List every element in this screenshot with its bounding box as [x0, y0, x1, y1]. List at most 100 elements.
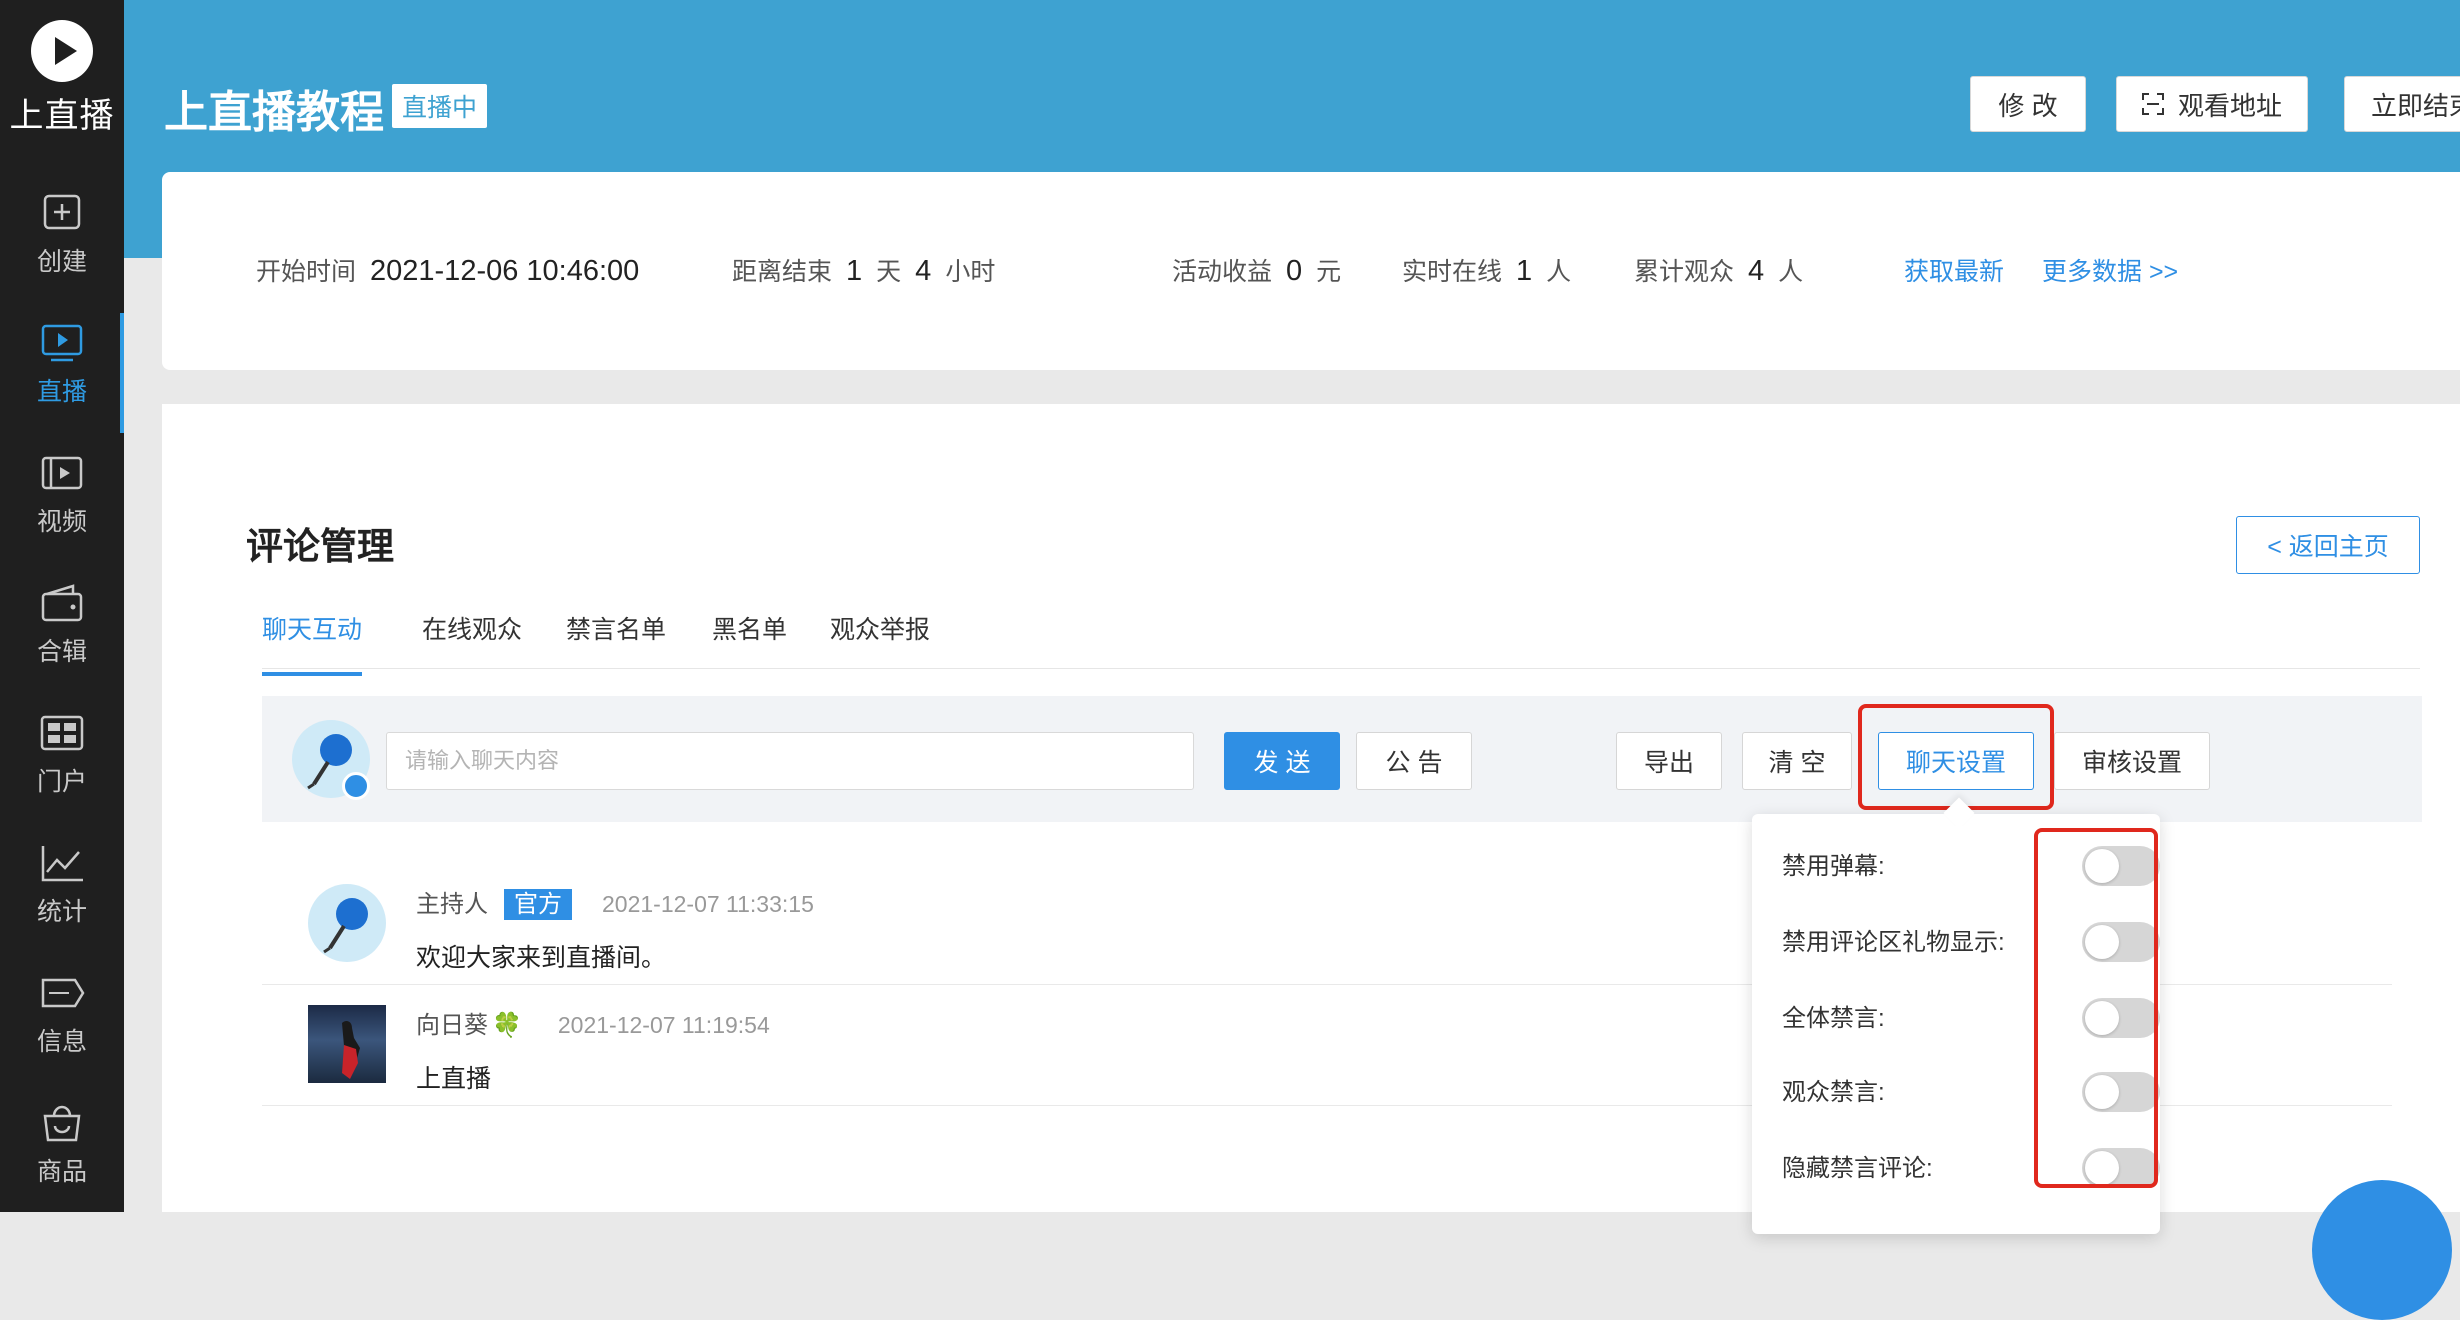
stat-value: 1	[846, 255, 863, 287]
sidebar-item-portal[interactable]: 门户	[0, 708, 124, 838]
play-screen-icon	[37, 318, 87, 362]
setting-label: 禁用弹幕:	[1782, 853, 1885, 880]
sidebar-item-label: 直播	[36, 378, 87, 406]
ticket-icon	[37, 968, 87, 1012]
stat-label: 距离结束	[732, 258, 833, 286]
watch-url-label: 观看地址	[2177, 90, 2282, 121]
grid-icon	[37, 708, 87, 752]
sidebar-item-goods[interactable]: 商品	[0, 1098, 124, 1228]
edit-button[interactable]: 修 改	[1970, 76, 2086, 132]
stat-unit: 天	[876, 258, 902, 286]
sidebar-item-label: 视频	[36, 508, 87, 536]
clear-button[interactable]: 清 空	[1742, 732, 1852, 790]
message-meta: 向日葵 🍀 2021-12-07 11:19:54	[416, 1005, 770, 1040]
floating-action-button[interactable]	[2312, 1180, 2452, 1320]
setting-label: 全体禁言:	[1782, 1005, 1885, 1032]
sidebar-item-label: 商品	[36, 1158, 87, 1186]
tab-bar: 聊天互动 在线观众 禁言名单 黑名单 观众举报	[262, 604, 2420, 676]
message-text: 欢迎大家来到直播间。	[416, 944, 667, 972]
edit-button-label: 修 改	[1998, 90, 2058, 121]
line-chart-icon	[37, 838, 87, 882]
stat-value: 1	[1516, 255, 1533, 287]
stat-unit: 小时	[945, 258, 996, 286]
avatar	[308, 884, 386, 962]
watch-url-button[interactable]: 观看地址	[2116, 76, 2308, 132]
status-badge: 直播中	[392, 84, 488, 128]
end-live-button[interactable]: 立即结束	[2344, 76, 2460, 132]
stat-value: 0	[1286, 255, 1303, 287]
message-time: 2021-12-07 11:19:54	[557, 1012, 770, 1038]
total-viewers-stat: 累计观众 4 人	[1634, 252, 1803, 288]
person-photo-icon	[342, 1020, 360, 1079]
tab-online-viewers[interactable]: 在线观众	[422, 610, 522, 674]
sidebar-item-label: 信息	[36, 1028, 87, 1056]
page-title: 上直播教程	[164, 88, 384, 137]
setting-label: 隐藏禁言评论:	[1782, 1155, 1933, 1182]
message-text: 上直播	[416, 1065, 492, 1093]
message-meta: 主持人 官方 2021-12-07 11:33:15	[416, 884, 814, 920]
stat-unit: 人	[1546, 258, 1572, 286]
tab-reports[interactable]: 观众举报	[830, 610, 930, 674]
end-live-label: 立即结束	[2371, 90, 2460, 121]
wallet-icon	[37, 578, 87, 622]
clover-emoji: 🍀	[492, 1012, 522, 1039]
logo-play-icon	[31, 20, 93, 82]
stat-label: 实时在线	[1402, 258, 1503, 286]
review-settings-button[interactable]: 审核设置	[2054, 732, 2210, 790]
income-stat: 活动收益 0 元	[1172, 252, 1341, 288]
sidebar-item-stats[interactable]: 统计	[0, 838, 124, 968]
message-user: 向日葵	[416, 1012, 488, 1039]
tab-mute-list[interactable]: 禁言名单	[566, 610, 666, 674]
sidebar-nav: 创建 直播 视频 合辑 门户 统计 信息 商品	[0, 188, 124, 1228]
stat-value: 4	[915, 255, 932, 287]
start-time-stat: 开始时间 2021-12-06 10:46:00	[256, 252, 639, 288]
section-title: 评论管理	[246, 526, 394, 567]
refresh-link-wrap: 获取最新	[1904, 252, 2004, 288]
online-stat: 实时在线 1 人	[1402, 252, 1571, 288]
scan-icon	[2141, 93, 2164, 115]
remaining-time-stat: 距离结束 1 天 4 小时	[732, 252, 995, 288]
announcement-button[interactable]: 公 告	[1356, 732, 1472, 790]
sidebar-item-video[interactable]: 视频	[0, 448, 124, 578]
refresh-link[interactable]: 获取最新	[1904, 258, 2004, 286]
chat-input[interactable]	[386, 732, 1194, 790]
swap-badge-icon	[342, 772, 370, 800]
more-data-link-wrap: 更多数据 >>	[2042, 252, 2178, 288]
tab-blacklist[interactable]: 黑名单	[712, 610, 787, 674]
stat-label: 开始时间	[256, 258, 357, 286]
sidebar-item-label: 合辑	[36, 638, 87, 666]
message-time: 2021-12-07 11:33:15	[602, 891, 814, 917]
live-stats-card: 开始时间 2021-12-06 10:46:00 距离结束 1 天 4 小时 活动收益 0 元…	[162, 172, 2460, 370]
sidebar-item-label: 创建	[36, 248, 87, 276]
sidebar-item-live[interactable]: 直播	[0, 313, 124, 448]
more-data-link[interactable]: 更多数据 >>	[2042, 258, 2178, 286]
film-icon	[37, 448, 87, 492]
setting-label: 观众禁言:	[1782, 1079, 1885, 1106]
stat-label: 累计观众	[1634, 258, 1735, 286]
mascot-icon	[323, 898, 368, 954]
setting-label: 禁用评论区礼物显示:	[1782, 929, 2005, 956]
logo-text: 上直播	[9, 97, 115, 135]
official-badge: 官方	[504, 889, 572, 920]
logo[interactable]: 上直播	[0, 20, 124, 137]
chat-toolbar: 发 送 公 告 导出 清 空 聊天设置 审核设置	[262, 696, 2422, 822]
highlight-box-toggles	[2034, 828, 2158, 1188]
shopping-bag-icon	[37, 1098, 87, 1142]
stat-unit: 元	[1316, 258, 1342, 286]
highlight-box-chat-settings	[1858, 704, 2054, 810]
send-button[interactable]: 发 送	[1224, 732, 1340, 790]
sidebar-item-collection[interactable]: 合辑	[0, 578, 124, 708]
sidebar: 上直播 创建 直播 视频 合辑 门户 统计 信息 商品	[0, 0, 124, 1212]
user-photo	[308, 1005, 386, 1083]
stat-value: 4	[1748, 255, 1765, 287]
sidebar-item-label: 门户	[36, 768, 87, 796]
stat-value: 2021-12-06 10:46:00	[370, 255, 640, 287]
plus-square-icon	[37, 188, 87, 232]
export-button[interactable]: 导出	[1616, 732, 1722, 790]
tab-chat[interactable]: 聊天互动	[262, 610, 363, 676]
back-home-button[interactable]: < 返回主页	[2236, 516, 2420, 574]
sidebar-item-label: 统计	[36, 898, 87, 926]
stat-unit: 人	[1778, 258, 1804, 286]
sidebar-item-create[interactable]: 创建	[0, 188, 124, 318]
sidebar-item-info[interactable]: 信息	[0, 968, 124, 1098]
